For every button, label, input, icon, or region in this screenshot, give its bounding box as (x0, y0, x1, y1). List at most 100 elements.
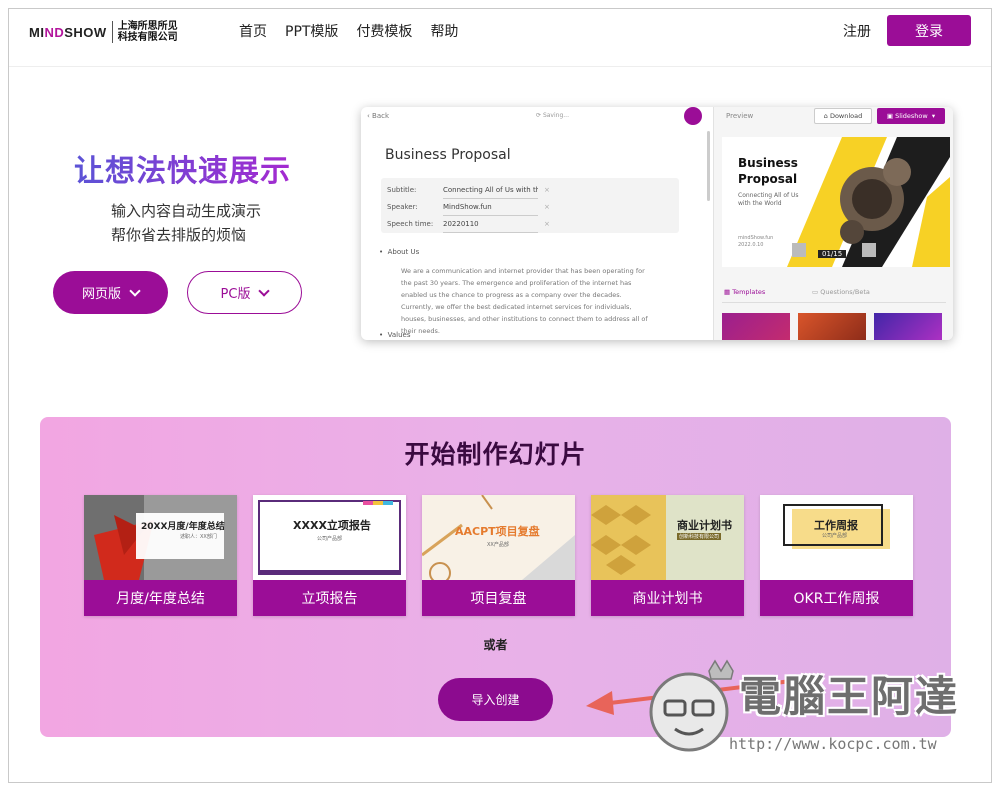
slide-footer-line: mindShow.fun (738, 235, 774, 241)
template-tabs: ▦ Templates ▭ Questions/Beta (722, 285, 946, 303)
nav-help[interactable]: 帮助 (430, 21, 458, 41)
slide-footer-line: 2022.0.10 (738, 242, 764, 248)
tab-other-label: Questions/Beta (820, 288, 870, 296)
template-thumbnail: 20XX月度/年度总结 述职人：XX部门 (84, 495, 237, 580)
template-thumb (722, 313, 790, 340)
values-heading-label: Values (387, 331, 411, 339)
hero-title: 让想法快速展示 (74, 146, 291, 190)
nav-paid-templates[interactable]: 付费模板 (356, 21, 412, 41)
template-label: OKR工作周报 (760, 580, 913, 616)
meta-key: Subtitle: (387, 186, 417, 194)
about-heading: • About Us (379, 248, 420, 256)
template-thumbnail: 商业计划书 创新科技有限公司 (591, 495, 744, 580)
web-version-label: 网页版 (81, 287, 121, 302)
meta-row: Speech time: 20220110 × (387, 216, 673, 233)
template-card-okr-weekly[interactable]: 工作周报 公司产品部 OKR工作周报 (760, 495, 913, 616)
template-card-project-report[interactable]: XXXX立项报告 公司产品部 立项报告 (253, 495, 406, 616)
section-title: 开始制作幻灯片 (404, 440, 587, 469)
values-heading: • Values (379, 331, 411, 339)
template-label: 商业计划书 (591, 580, 744, 616)
nav-ppt-templates[interactable]: PPT模版 (285, 21, 338, 41)
web-version-button[interactable]: 网页版 (53, 271, 168, 314)
watermark-url: http://www.kocpc.com.tw (729, 735, 937, 753)
scrollbar (707, 131, 710, 201)
template-label: 项目复盘 (422, 580, 575, 616)
logo[interactable]: MINDSHOW 上海所思所见科技有限公司 (29, 21, 180, 43)
template-thumb-sub: 公司产品部 (822, 533, 848, 539)
meta-value: 20220110 (443, 216, 538, 233)
tab-templates-label: Templates (732, 288, 766, 296)
product-screenshot: ‹ Back ⟳ Saving... Business Proposal Sub… (361, 107, 953, 340)
template-card-project-review[interactable]: AACPT项目复盘 XX产品部 项目复盘 (422, 495, 575, 616)
slide-title: Business Proposal (738, 156, 798, 186)
avatar (684, 107, 702, 125)
back-link: ‹ Back (367, 112, 390, 120)
tab-other: ▭ Questions/Beta (812, 288, 870, 296)
template-thumbnail: AACPT项目复盘 XX产品部 (422, 495, 575, 580)
meta-key: Speaker: (387, 203, 418, 211)
slideshow-button: ▣ Slideshow ▾ (877, 108, 945, 124)
slideshow-label: Slideshow (895, 112, 928, 120)
template-thumb (798, 313, 866, 340)
slide-footer: mindShow.fun 2022.0.10 (738, 235, 773, 249)
logo-divider (111, 21, 113, 43)
preview-pane: Preview ⌂ Download ▣ Slideshow ▾ Busines… (713, 107, 953, 340)
download-button: ⌂ Download (814, 108, 872, 124)
meta-key: Speech time: (387, 220, 434, 228)
or-divider: 或者 (483, 638, 508, 652)
template-thumb-title: XXXX立项报告 (293, 519, 371, 532)
chevron-down-icon (258, 284, 271, 297)
close-icon: × (544, 186, 550, 194)
mascot-icon (649, 659, 734, 752)
meta-value: Connecting All of Us with th (443, 182, 538, 199)
saving-label: Saving... (542, 112, 569, 119)
page-indicator: 01/15 (818, 250, 847, 258)
download-label: Download (829, 112, 863, 120)
close-icon: × (544, 220, 550, 228)
preview-label: Preview (726, 112, 754, 120)
editor-pane: ‹ Back ⟳ Saving... Business Proposal Sub… (361, 107, 713, 340)
template-card-business-plan[interactable]: 商业计划书 创新科技有限公司 商业计划书 (591, 495, 744, 616)
import-create-button[interactable]: 导入创建 (438, 678, 553, 721)
saving-status: ⟳ Saving... (536, 112, 569, 119)
register-link[interactable]: 注册 (843, 21, 871, 41)
pc-version-button[interactable]: PC版 (187, 271, 302, 314)
pc-version-label: PC版 (220, 287, 251, 302)
doc-meta: Subtitle: Connecting All of Us with th × S… (381, 178, 679, 233)
template-thumbnail: XXXX立项报告 公司产品部 (253, 495, 406, 580)
template-thumbnail: 工作周报 公司产品部 (760, 495, 913, 580)
about-text: We are a communication and internet prov… (401, 267, 648, 335)
logo-wordmark-accent: ND (44, 24, 65, 40)
template-card-summary[interactable]: 20XX月度/年度总结 述职人：XX部门 月度/年度总结 (84, 495, 237, 616)
meta-row: Speaker: MindShow.fun × (387, 199, 673, 216)
template-thumb-sub: 创新科技有限公司 (677, 533, 722, 540)
meta-value: MindShow.fun (443, 199, 538, 216)
watermark: 電腦王阿達 http://www.kocpc.com.tw (639, 657, 969, 767)
tab-templates: ▦ Templates (724, 288, 766, 296)
watermark-text: 電腦王阿達 (739, 672, 960, 721)
template-thumb-title: 商业计划书 (677, 519, 732, 532)
chevron-down-icon (129, 284, 141, 297)
template-thumb-title: AACPT项目复盘 (455, 525, 540, 538)
nav-home[interactable]: 首页 (239, 21, 267, 41)
browser-frame: MINDSHOW 上海所思所见科技有限公司 首页 PPT模版 付费模板 帮助 注… (8, 8, 992, 783)
slide-subtitle: Connecting All of Us with the World (738, 192, 799, 207)
template-label: 立项报告 (253, 580, 406, 616)
doc-title: Business Proposal (385, 147, 511, 163)
slide-preview: Business Proposal Connecting All of Us w… (722, 137, 950, 267)
hero-subtitle-line: 帮你省去排版的烦恼 (111, 226, 247, 244)
logo-wordmark-part: SHOW (64, 24, 107, 40)
hero-subtitle-line: 输入内容自动生成演示 (111, 202, 262, 220)
template-thumb-title: 工作周报 (814, 519, 858, 532)
template-label: 月度/年度总结 (84, 580, 237, 616)
login-button[interactable]: 登录 (887, 15, 971, 46)
template-thumb-sub: 述职人：XX部门 (180, 534, 217, 540)
top-navbar: MINDSHOW 上海所思所见科技有限公司 首页 PPT模版 付费模板 帮助 注… (9, 9, 991, 67)
template-cards: 20XX月度/年度总结 述职人：XX部门 月度/年度总结 XXXX立项报告 公司… (84, 495, 913, 616)
template-thumb (874, 313, 942, 340)
logo-wordmark-part: MI (29, 24, 45, 40)
logo-company-name: 上海所思所见科技有限公司 (117, 21, 178, 43)
template-thumbnails (722, 313, 942, 340)
template-thumb-sub: XX产品部 (487, 542, 509, 548)
meta-row: Subtitle: Connecting All of Us with th × (387, 182, 673, 199)
